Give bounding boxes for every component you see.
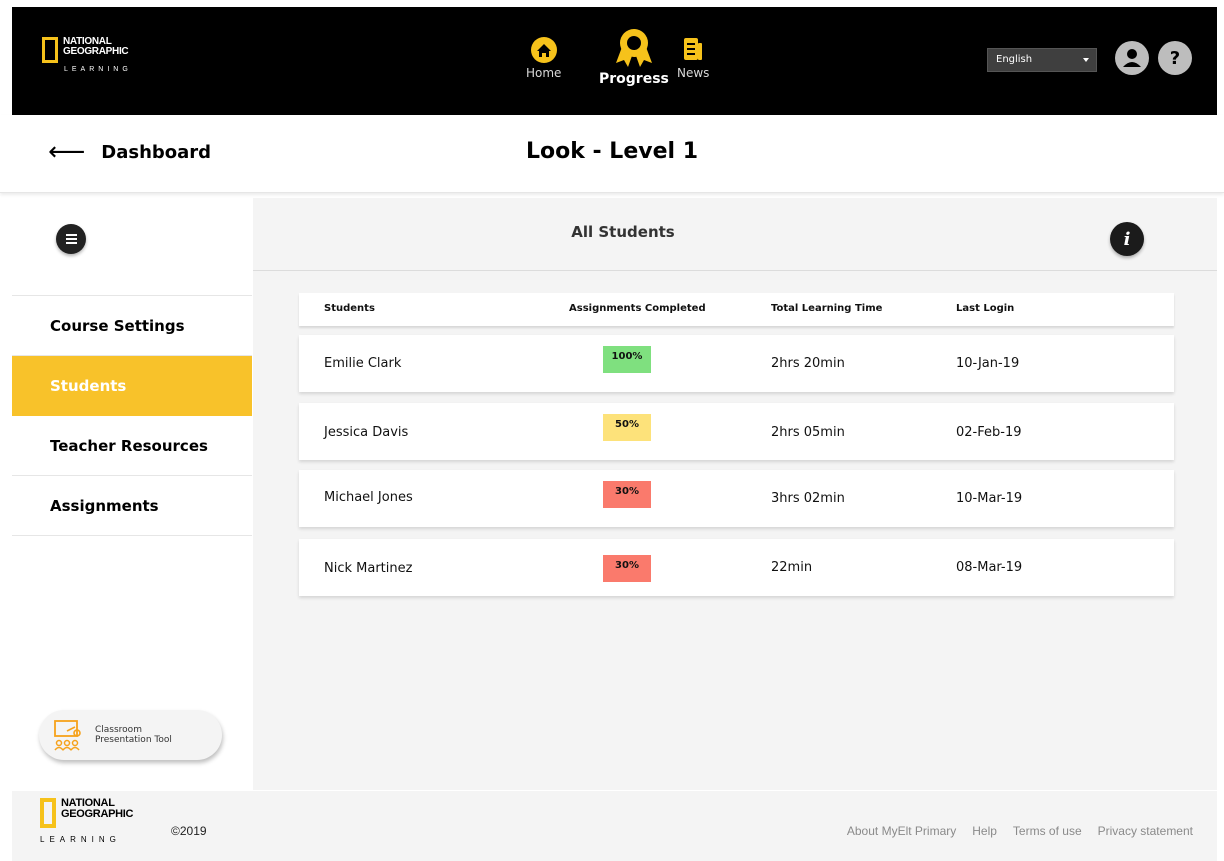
completion-badge: 100% xyxy=(603,346,651,373)
learning-time: 2hrs 05min xyxy=(771,425,845,440)
nav-home[interactable]: Home xyxy=(526,37,561,80)
classroom-presentation-tool-button[interactable]: Classroom Presentation Tool xyxy=(39,710,222,760)
nav-news-label: News xyxy=(677,66,710,80)
question-mark-icon: ? xyxy=(1169,47,1181,69)
award-ribbon-icon xyxy=(615,29,652,67)
students-table-header: Students Assignments Completed Total Lea… xyxy=(299,293,1174,326)
language-select[interactable]: English xyxy=(987,48,1097,72)
column-header-last-login[interactable]: Last Login xyxy=(956,303,1014,314)
nav-progress[interactable]: Progress xyxy=(599,29,669,87)
student-name[interactable]: Emilie Clark xyxy=(324,356,401,371)
student-name[interactable]: Michael Jones xyxy=(324,490,413,505)
hamburger-icon xyxy=(65,234,77,236)
top-navigation-bar: NATIONAL GEOGRAPHIC LEARNING Home Progre… xyxy=(12,7,1217,115)
logo-line-2: GEOGRAPHIC xyxy=(63,46,129,57)
learning-time: 22min xyxy=(771,560,813,575)
cpt-label-line-1: Classroom xyxy=(95,725,142,735)
footer-links: About MyElt Primary Help Terms of use Pr… xyxy=(847,824,1193,838)
completion-badge: 30% xyxy=(603,555,651,582)
main-content: All Students i Students Assignments Comp… xyxy=(253,198,1217,790)
nav-progress-label: Progress xyxy=(599,71,669,87)
sidebar-item-teacher-resources[interactable]: Teacher Resources xyxy=(12,416,252,476)
sidebar-item-students[interactable]: Students xyxy=(12,356,252,416)
page-title: Look - Level 1 xyxy=(525,139,699,164)
footer-link-help[interactable]: Help xyxy=(972,824,997,838)
menu-button[interactable] xyxy=(56,224,86,254)
page-header: ⟵ Dashboard Look - Level 1 xyxy=(0,115,1224,193)
help-button[interactable]: ? xyxy=(1158,41,1192,75)
news-icon xyxy=(684,38,703,60)
learning-time: 2hrs 20min xyxy=(771,356,845,371)
national-geographic-logo[interactable]: NATIONAL GEOGRAPHIC LEARNING xyxy=(42,37,129,73)
student-name[interactable]: Nick Martinez xyxy=(324,561,412,576)
column-header-assignments-completed[interactable]: Assignments Completed xyxy=(569,303,706,314)
last-login: 10-Mar-19 xyxy=(956,491,1023,506)
table-row[interactable]: Emilie Clark 100% 2hrs 20min 10-Jan-19 xyxy=(299,335,1174,392)
footer-link-terms[interactable]: Terms of use xyxy=(1013,824,1082,838)
home-icon xyxy=(530,37,557,63)
cpt-label-line-2: Presentation Tool xyxy=(95,735,172,745)
caret-down-icon xyxy=(1083,58,1089,62)
user-account-button[interactable] xyxy=(1115,41,1149,75)
footer-logo-yellow-frame xyxy=(40,798,56,828)
logo-yellow-frame xyxy=(42,37,58,63)
footer-link-about[interactable]: About MyElt Primary xyxy=(847,824,956,838)
footer: NATIONAL GEOGRAPHIC LEARNING ©2019 About… xyxy=(12,791,1217,861)
table-row[interactable]: Michael Jones 30% 3hrs 02min 10-Mar-19 xyxy=(299,470,1174,527)
last-login: 10-Jan-19 xyxy=(956,356,1020,371)
learning-time: 3hrs 02min xyxy=(771,491,845,506)
student-name[interactable]: Jessica Davis xyxy=(324,425,408,440)
sidebar-item-assignments[interactable]: Assignments xyxy=(12,476,252,536)
last-login: 08-Mar-19 xyxy=(956,560,1023,575)
section-header: All Students i xyxy=(253,198,1217,271)
sidebar-item-course-settings[interactable]: Course Settings xyxy=(12,296,252,356)
language-select-value: English xyxy=(996,54,1033,65)
sidebar: Course Settings Students Teacher Resourc… xyxy=(12,198,252,790)
column-header-students[interactable]: Students xyxy=(324,303,375,314)
sidebar-menu: Course Settings Students Teacher Resourc… xyxy=(12,295,252,536)
last-login: 02-Feb-19 xyxy=(956,425,1022,440)
footer-logo-line-2: GEOGRAPHIC xyxy=(61,808,134,820)
logo-learning: LEARNING xyxy=(64,66,132,73)
info-button[interactable]: i xyxy=(1110,222,1144,256)
footer-link-privacy[interactable]: Privacy statement xyxy=(1098,824,1193,838)
user-icon xyxy=(1123,49,1141,67)
completion-badge: 30% xyxy=(603,481,651,508)
column-header-total-learning-time[interactable]: Total Learning Time xyxy=(771,303,882,314)
completion-badge: 50% xyxy=(603,414,651,441)
copyright: ©2019 xyxy=(171,824,207,838)
footer-national-geographic-logo[interactable]: NATIONAL GEOGRAPHIC LEARNING xyxy=(40,798,134,844)
footer-logo-learning: LEARNING xyxy=(40,835,121,844)
section-title: All Students xyxy=(571,223,675,241)
nav-news[interactable]: News xyxy=(677,37,709,80)
classroom-presentation-icon xyxy=(54,720,81,751)
table-row[interactable]: Jessica Davis 50% 2hrs 05min 02-Feb-19 xyxy=(299,403,1174,460)
nav-home-label: Home xyxy=(526,66,562,80)
table-row[interactable]: Nick Martinez 30% 22min 08-Mar-19 xyxy=(299,539,1174,596)
info-icon: i xyxy=(1123,228,1131,250)
